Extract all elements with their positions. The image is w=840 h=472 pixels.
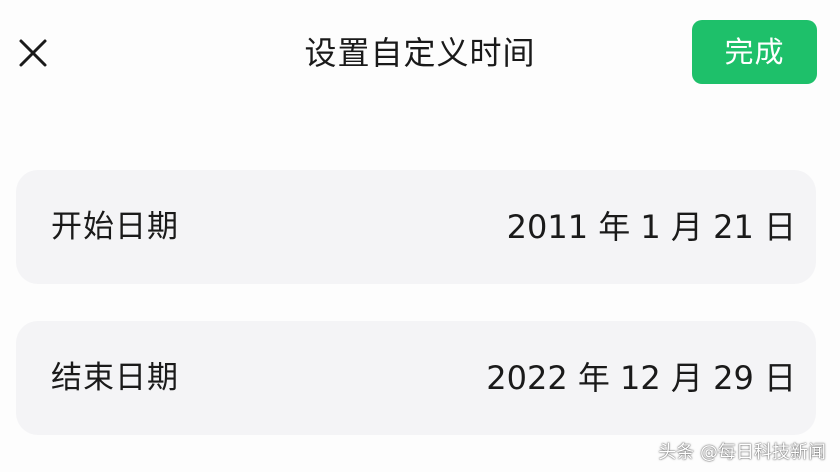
end-date-label: 结束日期: [51, 360, 179, 396]
start-date-value: 2011 年 1 月 21 日: [506, 208, 796, 246]
start-date-row[interactable]: 开始日期 2011 年 1 月 21 日: [16, 170, 816, 284]
end-date-row[interactable]: 结束日期 2022 年 12 月 29 日: [16, 321, 816, 435]
end-date-value: 2022 年 12 月 29 日: [486, 359, 796, 397]
watermark: 头条 @每日科技新闻: [658, 442, 826, 463]
header-bar: 设置自定义时间 完成: [0, 0, 840, 100]
done-button[interactable]: 完成: [692, 20, 817, 84]
start-date-label: 开始日期: [51, 209, 179, 245]
